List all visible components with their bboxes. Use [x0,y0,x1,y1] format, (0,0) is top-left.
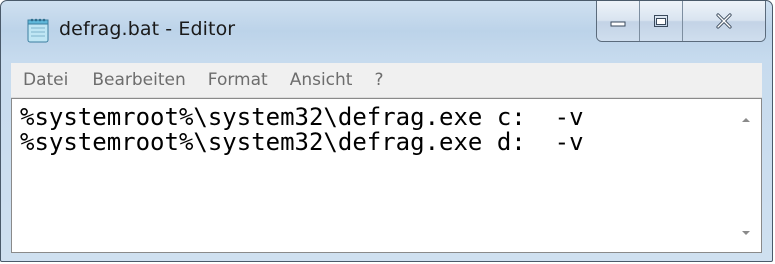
text-editor[interactable]: %systemroot%\system32\defrag.exe c: -v %s… [11,98,762,253]
notepad-icon[interactable] [27,17,49,43]
vertical-scrollbar[interactable] [731,99,761,252]
window-title: defrag.bat - Editor [59,18,236,40]
scroll-up-arrow-icon [742,118,750,122]
menu-format[interactable]: Format [200,63,276,97]
scroll-down-button[interactable] [731,218,761,248]
scroll-up-button[interactable] [731,105,761,135]
menu-ansicht[interactable]: Ansicht [282,63,361,97]
close-icon [716,13,732,29]
editor-content[interactable]: %systemroot%\system32\defrag.exe c: -v %s… [20,105,721,155]
editor-line: %systemroot%\system32\defrag.exe c: -v [20,103,584,131]
minimize-icon [610,21,626,27]
notepad-window: defrag.bat - Editor Datei Bearbeiten For… [0,0,773,262]
scroll-down-arrow-icon [742,231,750,235]
menu-bar: Datei Bearbeiten Format Ansicht ? [11,63,762,98]
menu-bearbeiten[interactable]: Bearbeiten [84,63,193,97]
close-button[interactable] [683,1,765,41]
caption-buttons [596,1,766,42]
editor-line: %systemroot%\system32\defrag.exe d: -v [20,128,584,156]
menu-datei[interactable]: Datei [11,63,76,97]
minimize-button[interactable] [597,1,640,41]
menu-help[interactable]: ? [366,63,391,97]
maximize-button[interactable] [640,1,683,41]
maximize-icon [654,15,668,27]
title-bar[interactable]: defrag.bat - Editor [1,1,772,61]
